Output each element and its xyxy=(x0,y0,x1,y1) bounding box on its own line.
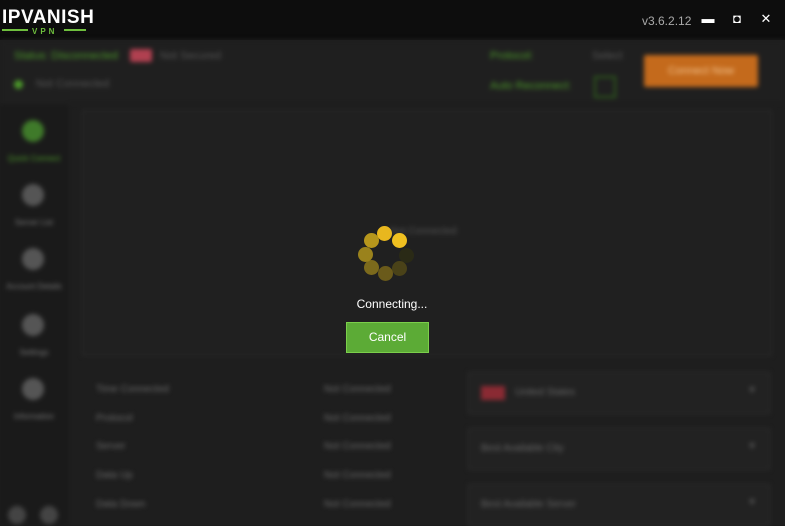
cancel-button[interactable]: Cancel xyxy=(346,322,429,353)
ipvanish-logo: IPVANISH VPN xyxy=(2,7,95,36)
city-value: Best Available City xyxy=(481,443,564,454)
country-select[interactable]: United States ▼ xyxy=(468,372,770,414)
city-select[interactable]: Best Available City ▼ xyxy=(468,428,770,470)
maximize-icon[interactable]: ◘ xyxy=(728,10,746,28)
logo-subtitle: VPN xyxy=(32,27,58,36)
spinner-dot xyxy=(364,233,379,248)
logo-wordmark: IPVANISH xyxy=(2,7,95,28)
loading-spinner-icon xyxy=(355,224,415,284)
chevron-down-icon: ▼ xyxy=(747,441,757,452)
row-key: Data Up xyxy=(96,470,133,481)
table-row: Server Not Connected xyxy=(92,441,412,461)
sidebar-item-server-list[interactable]: Server List xyxy=(0,178,68,240)
logo-underline-left xyxy=(2,29,28,31)
connection-info-table: Time Connected Not Connected Protocol No… xyxy=(82,370,422,525)
row-value: Not Connected xyxy=(324,499,391,510)
status-sub: Not Secured xyxy=(160,50,222,62)
row-key: Server xyxy=(96,441,126,452)
connecting-status: Connecting... xyxy=(356,297,428,311)
sidebar-item-account[interactable]: Account Details xyxy=(0,242,68,304)
row-key: Data Down xyxy=(96,499,146,510)
sidebar-item-information[interactable]: Information xyxy=(0,372,68,434)
sidebar-item-label: Quick Connect xyxy=(7,154,61,163)
auto-reconnect-checkbox[interactable] xyxy=(594,76,616,98)
quick-connect-icon xyxy=(22,120,44,142)
server-select[interactable]: Best Available Server ▼ xyxy=(468,484,770,526)
bottom-icon-bar xyxy=(8,506,68,525)
sidebar-item-label: Account Details xyxy=(6,282,62,291)
server-list-icon xyxy=(22,184,44,206)
sidebar-item-label: Settings xyxy=(19,348,49,357)
close-icon[interactable]: ✕ xyxy=(757,10,775,28)
info-icon xyxy=(22,378,44,400)
minimize-icon[interactable]: ▬ xyxy=(699,10,717,28)
title-bar: IPVANISH VPN v3.6.2.12 ▬ ◘ ✕ xyxy=(0,0,785,40)
row-value: Not Connected xyxy=(324,413,391,424)
account-icon xyxy=(22,248,44,270)
table-row: Time Connected Not Connected xyxy=(92,384,412,404)
sidebar-item-settings[interactable]: Settings xyxy=(0,308,68,370)
logo-underline-right xyxy=(64,29,86,31)
social-icon[interactable] xyxy=(40,506,58,524)
help-icon[interactable] xyxy=(8,506,26,524)
row-value: Not Connected xyxy=(324,470,391,481)
status-label: Status: Disconnected xyxy=(14,50,118,62)
spinner-dot xyxy=(378,266,393,281)
spinner-dot xyxy=(358,247,373,262)
server-value: Best Available Server xyxy=(481,499,576,510)
row-key: Time Connected xyxy=(96,384,169,395)
ip-label: Not Connected xyxy=(36,78,110,90)
country-value: United States xyxy=(515,387,576,398)
table-row: Protocol Not Connected xyxy=(92,413,412,433)
table-row: Data Down Not Connected xyxy=(92,499,412,519)
auto-reconnect-label: Auto Reconnect: xyxy=(490,80,572,92)
connect-button[interactable]: Connect Now xyxy=(644,55,758,87)
status-badge xyxy=(130,49,152,62)
ip-status-icon xyxy=(14,80,23,89)
sidebar-item-label: Information xyxy=(13,412,55,421)
spinner-dot xyxy=(377,226,392,241)
protocol-value[interactable]: Select xyxy=(592,50,623,62)
row-key: Protocol xyxy=(96,413,133,424)
row-value: Not Connected xyxy=(324,384,391,395)
table-row: Data Up Not Connected xyxy=(92,470,412,490)
sidebar: Quick Connect Server List Account Detail… xyxy=(0,104,68,525)
sidebar-item-quick-connect[interactable]: Quick Connect xyxy=(0,114,68,176)
chevron-down-icon: ▼ xyxy=(747,385,757,396)
spinner-dot xyxy=(364,260,379,275)
spinner-dot xyxy=(392,261,407,276)
version-label: v3.6.2.12 xyxy=(642,14,692,28)
row-value: Not Connected xyxy=(324,441,391,452)
sidebar-item-label: Server List xyxy=(14,218,54,227)
us-flag-icon xyxy=(481,386,505,400)
spinner-dot xyxy=(392,233,407,248)
chevron-down-icon: ▼ xyxy=(747,497,757,508)
protocol-label: Protocol: xyxy=(490,50,534,62)
settings-icon xyxy=(22,314,44,336)
